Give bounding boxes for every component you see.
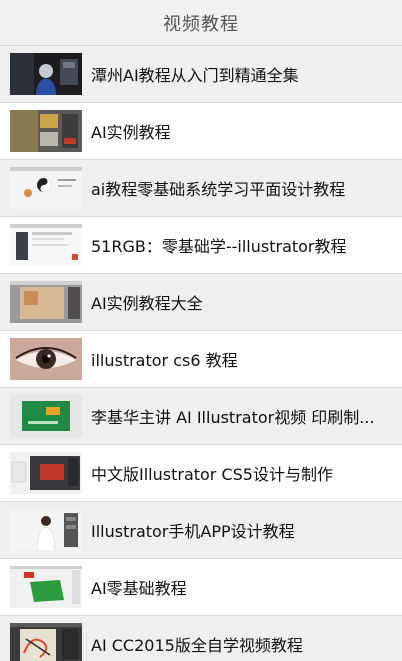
app-screen: 视频教程 潭州AI教程从入门到精通全集 AI实例教程 ai教程零基础系统学习平面… bbox=[0, 0, 402, 661]
tan-artboard-thumbnail bbox=[10, 281, 82, 323]
video-list-item[interactable]: AI CC2015版全自学视频教程 bbox=[0, 616, 402, 661]
video-list: 潭州AI教程从入门到精通全集 AI实例教程 ai教程零基础系统学习平面设计教程 … bbox=[0, 46, 402, 661]
gold-texture-screenshot-thumbnail bbox=[10, 110, 82, 152]
video-list-item[interactable]: 中文版Illustrator CS5设计与制作 bbox=[0, 445, 402, 502]
video-list-item[interactable]: 潭州AI教程从入门到精通全集 bbox=[0, 46, 402, 103]
video-title: AI实例教程大全 bbox=[91, 294, 203, 313]
page-title: 视频教程 bbox=[163, 13, 239, 35]
video-list-item[interactable]: Illustrator手机APP设计教程 bbox=[0, 502, 402, 559]
video-title: AI CC2015版全自学视频教程 bbox=[91, 636, 303, 655]
video-list-item[interactable]: AI实例教程 bbox=[0, 103, 402, 160]
video-list-item[interactable]: ai教程零基础系统学习平面设计教程 bbox=[0, 160, 402, 217]
video-title: Illustrator手机APP设计教程 bbox=[91, 522, 295, 541]
video-list-item[interactable]: AI实例教程大全 bbox=[0, 274, 402, 331]
yin-yang-design-thumbnail bbox=[10, 167, 82, 209]
video-title: 51RGB：零基础学--illustrator教程 bbox=[91, 237, 347, 256]
software-window-thumbnail bbox=[10, 224, 82, 266]
header-bar: 视频教程 bbox=[0, 0, 402, 46]
sketch-artwork-thumbnail bbox=[10, 623, 82, 661]
blue-character-illustration-thumbnail bbox=[10, 53, 82, 95]
video-title: illustrator cs6 教程 bbox=[91, 351, 238, 370]
green-shape-thumbnail bbox=[10, 566, 82, 608]
video-title: 潭州AI教程从入门到精通全集 bbox=[91, 66, 299, 85]
video-list-item[interactable]: 51RGB：零基础学--illustrator教程 bbox=[0, 217, 402, 274]
video-title: AI零基础教程 bbox=[91, 579, 187, 598]
video-list-item[interactable]: AI零基础教程 bbox=[0, 559, 402, 616]
video-list-item[interactable]: 李基华主讲 AI Illustrator视频 印刷制... bbox=[0, 388, 402, 445]
video-list-item[interactable]: illustrator cs6 教程 bbox=[0, 331, 402, 388]
video-title: 李基华主讲 AI Illustrator视频 印刷制... bbox=[91, 408, 375, 427]
eye-closeup-thumbnail bbox=[10, 338, 82, 380]
green-card-design-thumbnail bbox=[10, 395, 82, 437]
video-title: 中文版Illustrator CS5设计与制作 bbox=[91, 465, 333, 484]
video-title: ai教程零基础系统学习平面设计教程 bbox=[91, 180, 346, 199]
dark-interface-thumbnail bbox=[10, 452, 82, 494]
video-title: AI实例教程 bbox=[91, 123, 171, 142]
presenter-thumbnail bbox=[10, 509, 82, 551]
